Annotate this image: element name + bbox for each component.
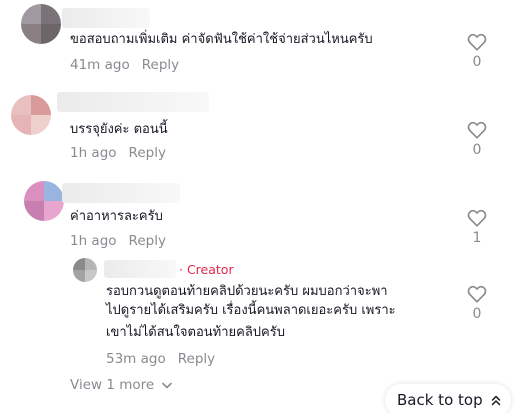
like-button[interactable]: 0 — [464, 121, 490, 158]
creator-reply-line-2: ไปดูรายได้เสริมครับ เรื่องนี้คนพลาดเยอะค… — [106, 303, 396, 318]
like-count: 0 — [472, 306, 482, 322]
creator-avatar[interactable] — [73, 258, 97, 282]
like-count: 1 — [472, 230, 482, 246]
comment-time: 53m ago — [106, 351, 166, 367]
username[interactable] — [62, 8, 150, 28]
username[interactable] — [62, 183, 180, 203]
like-count: 0 — [472, 54, 482, 70]
username[interactable] — [57, 92, 209, 112]
avatar[interactable] — [21, 4, 61, 44]
reply-button[interactable]: Reply — [178, 351, 215, 367]
back-to-top-label: Back to top — [397, 391, 483, 409]
creator-reply-line-1: รอบกวนดูตอนท้ายคลิปด้วยนะครับ ผมบอกว่าจะ… — [106, 284, 388, 299]
reply-button[interactable]: Reply — [129, 233, 166, 249]
comment-text: บรรจุยังค่ะ ตอนนี้ — [70, 122, 168, 137]
like-count: 0 — [472, 142, 482, 158]
view-more-replies-button[interactable]: View 1 more — [70, 377, 173, 393]
chevron-down-icon — [162, 382, 173, 388]
reply-button[interactable]: Reply — [129, 145, 166, 161]
heart-outline-icon — [467, 209, 487, 227]
creator-username[interactable] — [104, 260, 176, 278]
comment-meta: 1h ago Reply — [70, 233, 166, 249]
comment-text: ค่าอาหารละครับ — [70, 209, 163, 224]
creator-badge: · Creator — [179, 262, 234, 277]
comment-time: 1h ago — [70, 233, 117, 249]
comment-time: 41m ago — [70, 57, 130, 73]
comment-meta: 1h ago Reply — [70, 145, 166, 161]
heart-outline-icon — [467, 121, 487, 139]
heart-outline-icon — [467, 33, 487, 51]
comment-text: ขอสอบถามเพิ่มเติม ค่าจัดฟันใช้ค่าใช้จ่าย… — [70, 32, 373, 47]
comments-panel: ขอสอบถามเพิ่มเติม ค่าจัดฟันใช้ค่าใช้จ่าย… — [0, 0, 522, 413]
comment-meta: 41m ago Reply — [70, 57, 179, 73]
creator-reply-line-3: เขาไม่ได้สนใจตอนท้ายคลิปครับ — [106, 325, 285, 340]
double-chevron-up-icon — [491, 395, 500, 405]
avatar[interactable] — [11, 95, 51, 135]
like-button[interactable]: 0 — [464, 33, 490, 70]
avatar[interactable] — [24, 181, 64, 221]
view-more-label: View 1 more — [70, 377, 155, 393]
like-button[interactable]: 1 — [464, 209, 490, 246]
comment-meta: 53m ago Reply — [106, 351, 215, 367]
heart-outline-icon — [467, 285, 487, 303]
back-to-top-button[interactable]: Back to top — [385, 384, 511, 413]
reply-button[interactable]: Reply — [142, 57, 179, 73]
like-button[interactable]: 0 — [464, 285, 490, 322]
comment-time: 1h ago — [70, 145, 117, 161]
